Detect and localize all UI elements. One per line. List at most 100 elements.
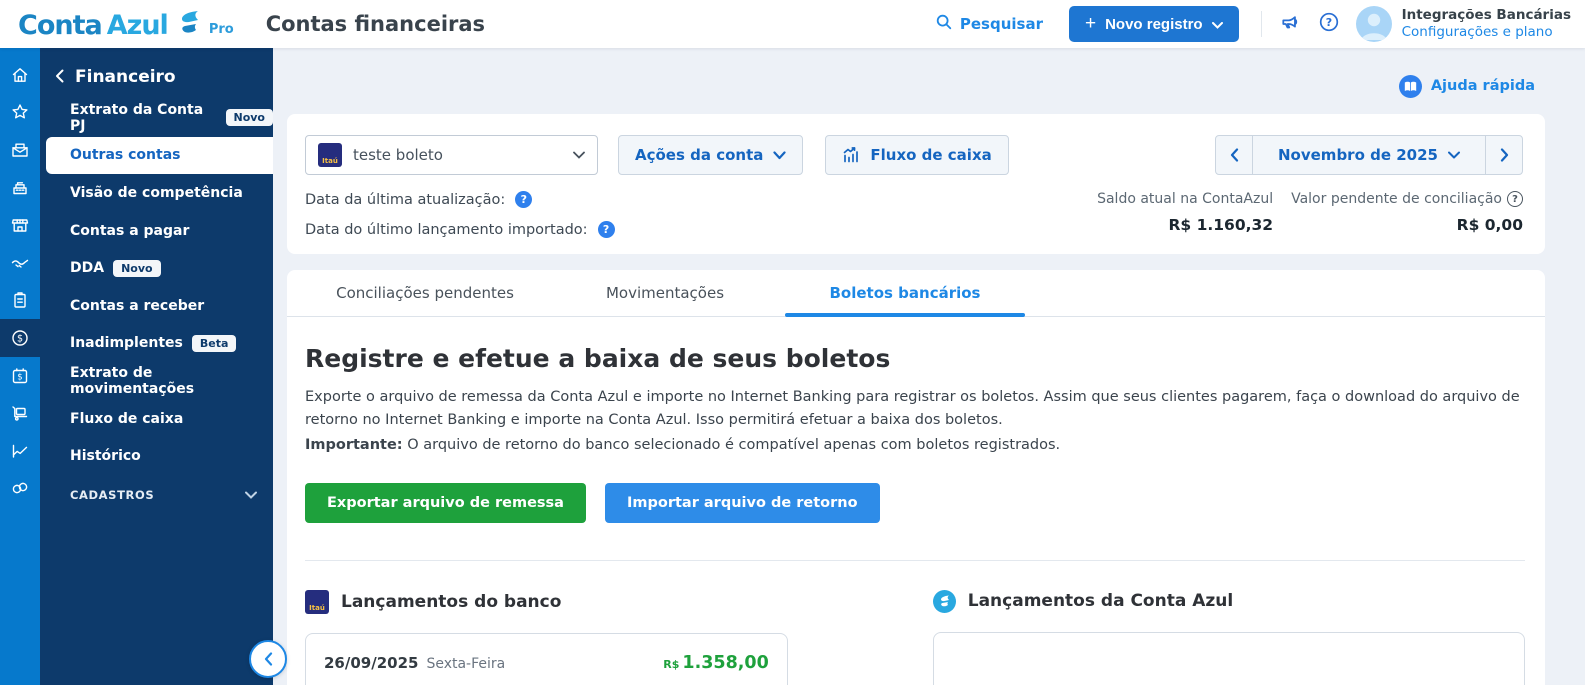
quick-help-book-icon[interactable] <box>1398 74 1422 98</box>
export-remessa-button[interactable]: Exportar arquivo de remessa <box>305 482 586 523</box>
avatar[interactable] <box>1355 6 1392 42</box>
sidebar-section-cadastros[interactable]: CADASTROS <box>40 475 273 515</box>
sidebar-item-visao-de-competencia[interactable]: Visão de competência <box>40 174 273 212</box>
help-button[interactable]: ? <box>1318 11 1340 37</box>
handshake-icon[interactable] <box>0 244 40 282</box>
question-circle-icon: ? <box>1318 11 1340 37</box>
boletos-card: Conciliações pendentes Movimentações Bol… <box>287 270 1545 685</box>
sidebar-item-label: Extrato da Conta PJ <box>70 101 204 134</box>
novo-badge: Novo <box>225 109 273 127</box>
chart-line-icon[interactable] <box>0 432 40 470</box>
announcements-button[interactable] <box>1280 11 1302 37</box>
help-question-icon[interactable]: ? <box>597 221 615 238</box>
store-icon[interactable] <box>0 206 40 244</box>
search-label: Pesquisar <box>959 15 1043 33</box>
beta-badge: Beta <box>191 334 237 352</box>
financeiro-menu: Financeiro Extrato da Conta PJ Novo Outra… <box>40 48 273 685</box>
next-month-button[interactable] <box>1486 136 1522 174</box>
tab-label: Boletos bancários <box>829 284 981 302</box>
new-record-label: Novo registro <box>1105 15 1203 33</box>
search-icon <box>935 13 953 35</box>
chevron-left-icon <box>264 652 272 666</box>
contaazul-logo[interactable]: Conta Azul Pro <box>18 10 234 39</box>
section-heading: Registre e efetue a baixa de seus boleto… <box>305 344 891 373</box>
svg-text:$: $ <box>17 334 23 345</box>
last-import-label: Data do último lançamento importado: <box>305 221 588 238</box>
inbox-icon[interactable] <box>0 131 40 169</box>
sidebar-item-extrato-de-movimentacoes[interactable]: Extrato de movimentações <box>40 362 273 400</box>
currency-symbol: R$ <box>663 657 680 671</box>
bank-list-title: Lançamentos do banco <box>341 591 562 612</box>
clipboard-icon[interactable] <box>0 282 40 320</box>
cashflow-label: Fluxo de caixa <box>870 146 992 164</box>
pro-badge: Pro <box>208 21 234 37</box>
main-content: Ajuda rápida Itaú teste boleto Ações da … <box>273 0 1585 685</box>
menu-title: Financeiro <box>75 67 176 87</box>
sidebar-item-dda[interactable]: DDA Novo <box>40 249 273 287</box>
tab-label: Movimentações <box>605 284 725 302</box>
balance-label: Saldo atual na ContaAzul <box>1097 191 1274 207</box>
sidebar-item-fluxo-de-caixa[interactable]: Fluxo de caixa <box>40 400 273 438</box>
help-question-outline-icon[interactable]: ? <box>1507 191 1523 207</box>
sidebar-item-contas-a-receber[interactable]: Contas a receber <box>40 287 273 325</box>
sidebar-item-label: Inadimplentes <box>70 335 183 352</box>
bank-entry-row[interactable]: 26/09/2025 Sexta-Feira R$ 1.358,00 <box>306 634 787 673</box>
account-actions-button[interactable]: Ações da conta <box>618 135 804 175</box>
itau-logo: Itaú <box>318 143 342 167</box>
quick-help-link[interactable]: Ajuda rápida <box>1431 78 1535 94</box>
itau-logo: Itaú <box>305 589 329 614</box>
cashflow-button[interactable]: Fluxo de caixa <box>825 135 1009 175</box>
sidebar-item-extrato-conta-pj[interactable]: Extrato da Conta PJ Novo <box>40 99 273 137</box>
sidebar-item-contas-a-pagar[interactable]: Contas a pagar <box>40 212 273 250</box>
new-record-button[interactable]: + Novo registro <box>1068 6 1239 42</box>
module-rail: $ $ <box>0 48 40 685</box>
sidebar-item-label: Fluxo de caixa <box>70 410 184 427</box>
sidebar-item-label: Histórico <box>70 448 141 465</box>
account-name: Integrações Bancárias <box>1401 7 1571 24</box>
payroll-calendar-icon[interactable]: $ <box>0 357 40 395</box>
chevron-down-icon <box>1447 151 1460 159</box>
previous-month-button[interactable] <box>1216 136 1252 174</box>
finance-module-icon[interactable]: $ <box>0 319 40 357</box>
sidebar-item-label: Outras contas <box>70 147 181 164</box>
home-icon[interactable] <box>0 56 40 94</box>
sidebar-item-historico[interactable]: Histórico <box>40 437 273 475</box>
tab-label: Conciliações pendentes <box>336 284 514 302</box>
period-navigator: Novembro de 2025 <box>1215 135 1523 175</box>
link-icon[interactable] <box>0 470 40 508</box>
chevron-right-icon <box>1500 148 1508 162</box>
period-label: Novembro de 2025 <box>1278 146 1438 164</box>
settings-plan-link[interactable]: Configurações e plano <box>1402 24 1571 41</box>
entry-weekday: Sexta-Feira <box>426 655 506 672</box>
ca-list-title: Lançamentos da Conta Azul <box>967 591 1234 612</box>
entry-date: 26/09/2025 <box>324 653 419 672</box>
tab-movimentacoes[interactable]: Movimentações <box>545 270 785 316</box>
account-select[interactable]: Itaú teste boleto <box>305 135 598 175</box>
megaphone-icon <box>1280 11 1302 37</box>
account-summary-card: Itaú teste boleto Ações da conta Fluxo d… <box>287 114 1545 254</box>
sidebar-item-label: DDA <box>70 260 105 277</box>
sidebar-item-inadimplentes[interactable]: Inadimplentes Beta <box>40 325 273 363</box>
sidebar-item-label: Contas a receber <box>70 297 205 314</box>
tab-conciliacoes-pendentes[interactable]: Conciliações pendentes <box>305 270 545 316</box>
contaazul-swoosh-icon <box>176 10 202 38</box>
contaazul-mini-icon <box>932 589 956 613</box>
chevron-left-icon <box>1230 148 1238 162</box>
search-button[interactable]: Pesquisar <box>935 13 1043 35</box>
star-icon[interactable] <box>0 94 40 132</box>
svg-text:?: ? <box>1325 16 1331 29</box>
entry-amount: R$ 1.358,00 <box>663 653 768 673</box>
ca-entries-card <box>932 631 1525 685</box>
sidebar-item-outras-contas[interactable]: Outras contas <box>46 136 273 175</box>
tab-boletos-bancarios[interactable]: Boletos bancários <box>785 270 1025 317</box>
period-select[interactable]: Novembro de 2025 <box>1252 136 1486 174</box>
account-select-value: teste boleto <box>353 146 443 164</box>
back-chevron-icon[interactable] <box>55 68 64 87</box>
pending-value: R$ 0,00 <box>1456 216 1523 234</box>
help-question-icon[interactable]: ? <box>515 191 533 208</box>
sidebar-collapse-button[interactable] <box>249 640 287 678</box>
cash-register-icon[interactable] <box>0 169 40 207</box>
pending-label: Valor pendente de conciliação <box>1291 191 1502 207</box>
import-retorno-button[interactable]: Importar arquivo de retorno <box>604 482 880 523</box>
cart-icon[interactable] <box>0 394 40 432</box>
